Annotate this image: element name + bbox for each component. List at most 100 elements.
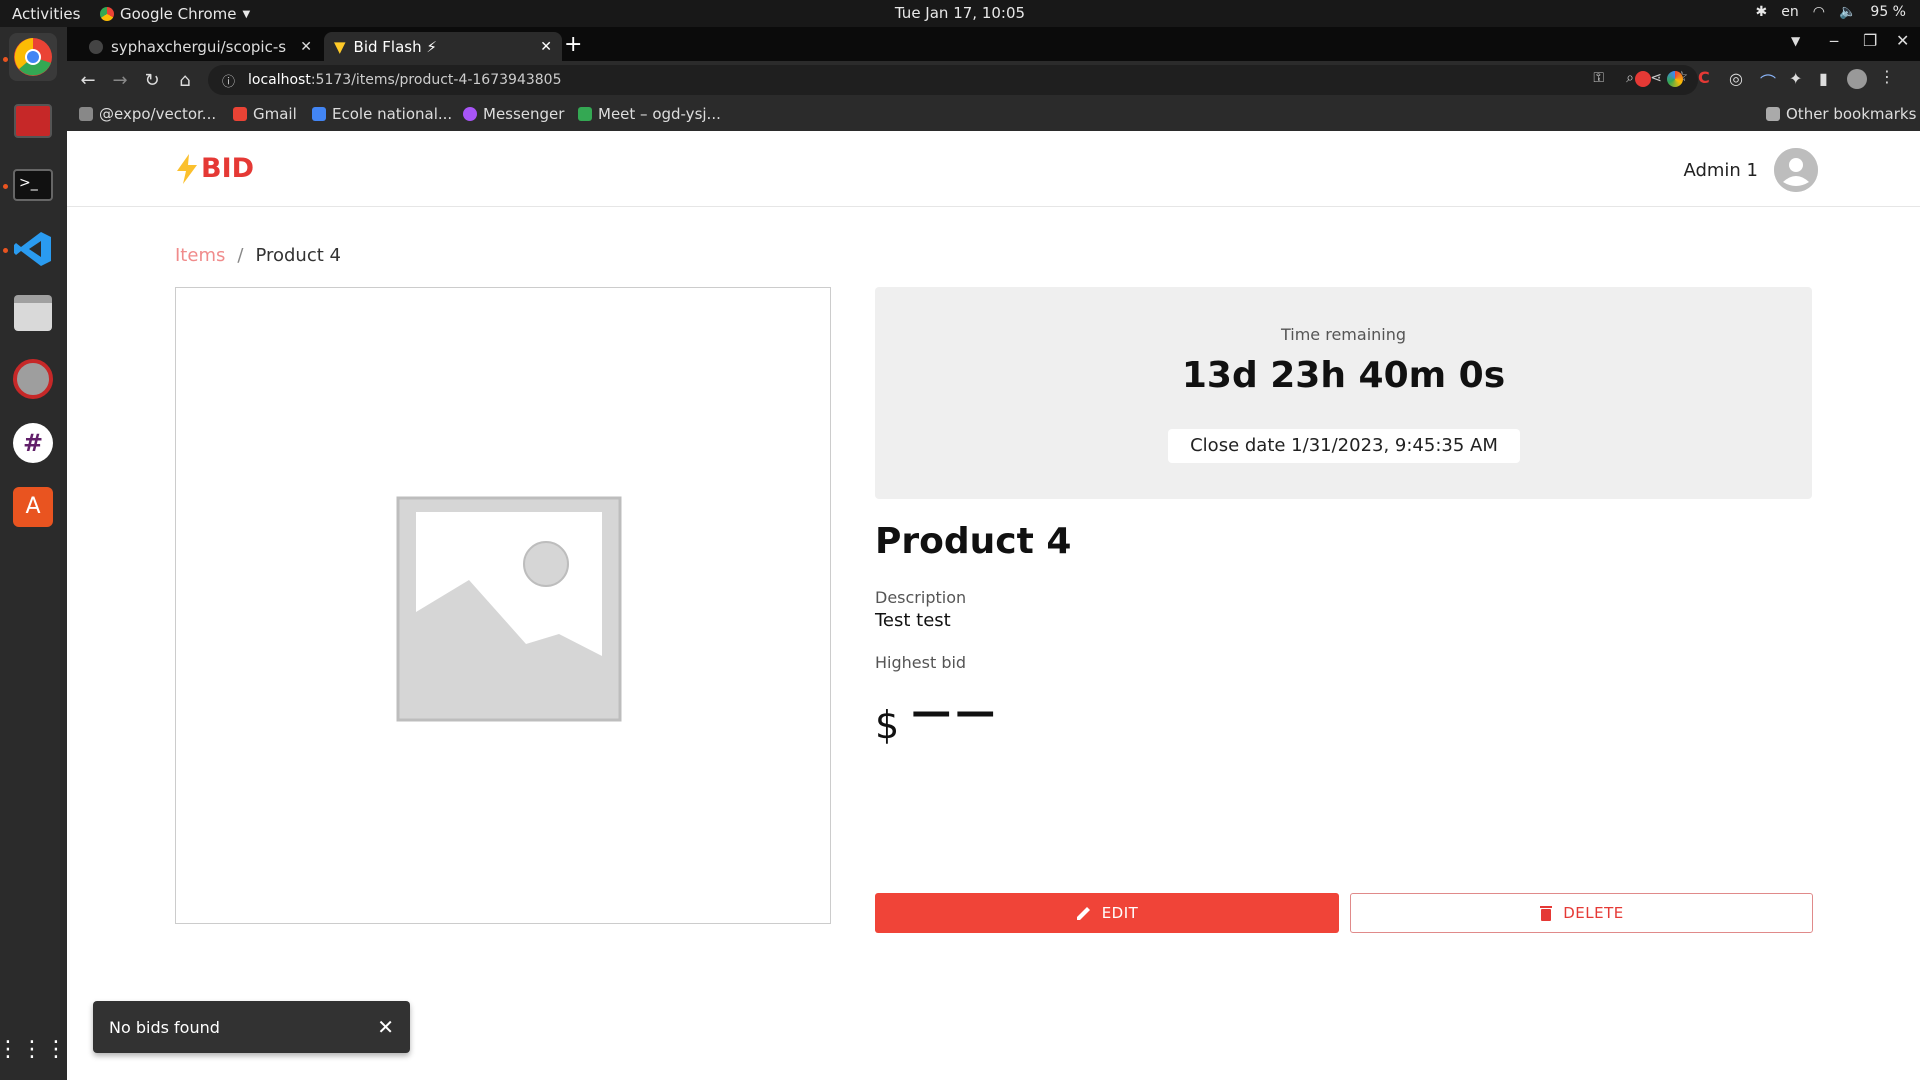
key-icon[interactable]: ⚿ xyxy=(1593,70,1604,86)
expo-icon xyxy=(79,107,93,121)
highest-bid-label: Highest bid xyxy=(875,653,967,672)
edit-button-label: EDIT xyxy=(1101,904,1139,922)
extension-icon[interactable]: ⌒ xyxy=(1760,69,1776,93)
bookmark-item[interactable]: @expo/vector... xyxy=(79,105,216,123)
slack-tray-icon[interactable]: ✱ xyxy=(1756,4,1768,20)
profile-avatar[interactable] xyxy=(1847,69,1867,89)
user-menu[interactable]: Admin 1 xyxy=(1683,148,1818,192)
bid-amount: —— xyxy=(911,689,1000,735)
app-header: BID Admin 1 xyxy=(67,131,1920,207)
dock-app-icon[interactable] xyxy=(9,97,57,145)
system-top-bar: Activities Google Chrome ▼ Tue Jan 17, 1… xyxy=(0,0,1920,27)
description-value: Test test xyxy=(875,610,951,631)
bookmark-item[interactable]: Gmail xyxy=(233,105,297,123)
tab-strip: syphaxchergui/scopic-sof ✕ ▼ Bid Flash ⚡… xyxy=(67,27,1920,61)
share-icon[interactable]: ⋖ xyxy=(1650,70,1662,86)
ubuntu-dock: >_ # A ⋮⋮⋮ xyxy=(0,27,67,1080)
extension-icon[interactable] xyxy=(1667,71,1683,87)
language-indicator[interactable]: en xyxy=(1781,4,1799,20)
countdown-value: 13d 23h 40m 0s xyxy=(1181,355,1506,396)
bookmark-label: Ecole national... xyxy=(332,105,453,123)
bookmark-label: Meet – ogd-ysj... xyxy=(598,105,721,123)
tab-title: Bid Flash ⚡ xyxy=(353,37,437,56)
extension-icon[interactable] xyxy=(1635,71,1651,87)
school-icon xyxy=(312,107,326,121)
breadcrumb: Items / Product 4 xyxy=(175,245,341,266)
browser-toolbar: ← → ↻ ⌂ ⓘ localhost:5173/items/product-4… xyxy=(67,61,1920,98)
avatar[interactable] xyxy=(1774,148,1818,192)
delete-button-label: DELETE xyxy=(1563,904,1624,922)
snackbar-message: No bids found xyxy=(109,1017,220,1037)
zoom-icon[interactable]: ⌕ xyxy=(1626,70,1634,86)
maximize-button[interactable]: ❐ xyxy=(1863,31,1877,50)
tab-search-icon[interactable]: ▼ xyxy=(1791,34,1800,48)
extensions-puzzle-icon[interactable]: ✦ xyxy=(1789,69,1802,88)
system-tray[interactable]: ✱ en ◠ 🔈 95 % xyxy=(1756,4,1906,20)
close-icon[interactable]: ✕ xyxy=(540,39,552,55)
breadcrumb-separator: / xyxy=(237,245,244,266)
account-circle-icon xyxy=(1774,148,1818,192)
new-tab-button[interactable]: + xyxy=(564,32,582,57)
extension-icon[interactable]: ◎ xyxy=(1729,69,1743,88)
delete-button[interactable]: DELETE xyxy=(1350,893,1813,933)
forward-button[interactable]: → xyxy=(108,68,132,92)
pencil-icon xyxy=(1076,907,1090,920)
url-path: :5173/items/product-4-1673943805 xyxy=(310,72,562,88)
tab-github[interactable]: syphaxchergui/scopic-sof ✕ xyxy=(79,32,322,61)
product-title: Product 4 xyxy=(875,521,1072,562)
breadcrumb-items-link[interactable]: Items xyxy=(175,245,225,266)
battery-indicator: 95 % xyxy=(1870,4,1906,20)
breadcrumb-current: Product 4 xyxy=(255,245,341,266)
logo-text: BID xyxy=(201,153,255,184)
bookmark-label: Gmail xyxy=(253,105,297,123)
highest-bid-value: $ —— xyxy=(875,689,999,747)
close-date-chip: Close date 1/31/2023, 9:45:35 AM xyxy=(1168,429,1520,463)
dock-chrome-icon[interactable] xyxy=(9,33,57,81)
edit-button[interactable]: EDIT xyxy=(875,893,1339,933)
address-bar[interactable]: ⓘ localhost:5173/items/product-4-1673943… xyxy=(208,65,1698,95)
extension-icon[interactable]: C xyxy=(1698,68,1710,87)
lightning-icon xyxy=(177,153,197,184)
dock-software-icon[interactable]: A xyxy=(9,483,57,531)
dock-slack-icon[interactable]: # xyxy=(9,419,57,467)
clock[interactable]: Tue Jan 17, 10:05 xyxy=(0,4,1920,22)
close-icon[interactable]: ✕ xyxy=(377,1015,394,1039)
bookmark-item[interactable]: Meet – ogd-ysj... xyxy=(578,105,721,123)
reload-button[interactable]: ↻ xyxy=(140,68,164,92)
home-button[interactable]: ⌂ xyxy=(173,68,197,92)
image-placeholder-icon xyxy=(396,496,622,722)
show-apps-icon[interactable]: ⋮⋮⋮ xyxy=(0,1025,67,1073)
back-button[interactable]: ← xyxy=(76,68,100,92)
tab-bid-flash[interactable]: ▼ Bid Flash ⚡ ✕ xyxy=(324,32,562,61)
url-host: localhost xyxy=(248,72,311,88)
bookmark-label: Messenger xyxy=(483,105,565,123)
currency-symbol: $ xyxy=(875,703,900,747)
web-page: BID Admin 1 Items / Product 4 Time remai… xyxy=(67,131,1920,1080)
volume-icon: 🔈 xyxy=(1838,4,1857,20)
other-bookmarks[interactable]: Other bookmarks xyxy=(1766,105,1916,123)
app-logo[interactable]: BID xyxy=(175,153,254,184)
bookmark-label: @expo/vector... xyxy=(99,105,217,123)
meet-icon xyxy=(578,107,592,121)
github-icon xyxy=(89,39,103,54)
tab-title: syphaxchergui/scopic-sof xyxy=(111,37,286,56)
bookmark-item[interactable]: Messenger xyxy=(463,105,564,123)
side-panel-icon[interactable]: ▮ xyxy=(1819,69,1828,88)
time-remaining-panel: Time remaining 13d 23h 40m 0s Close date… xyxy=(875,287,1812,499)
dock-settings-icon[interactable] xyxy=(9,355,57,403)
close-icon[interactable]: ✕ xyxy=(300,39,312,55)
dock-vscode-icon[interactable] xyxy=(9,225,57,273)
bookmark-item[interactable]: Ecole national... xyxy=(312,105,452,123)
user-name: Admin 1 xyxy=(1683,159,1758,181)
dock-terminal-icon[interactable]: >_ xyxy=(9,161,57,209)
time-remaining-label: Time remaining xyxy=(1280,325,1407,344)
minimize-button[interactable]: ‒ xyxy=(1829,31,1839,50)
snackbar: No bids found ✕ xyxy=(93,1001,410,1053)
close-window-button[interactable]: ✕ xyxy=(1896,31,1909,50)
wifi-icon: ◠ xyxy=(1812,4,1825,20)
description-label: Description xyxy=(875,588,967,607)
menu-icon[interactable]: ⋮ xyxy=(1879,67,1895,86)
other-bookmarks-label: Other bookmarks xyxy=(1786,105,1917,123)
folder-icon xyxy=(1766,107,1780,121)
dock-files-icon[interactable] xyxy=(9,289,57,337)
